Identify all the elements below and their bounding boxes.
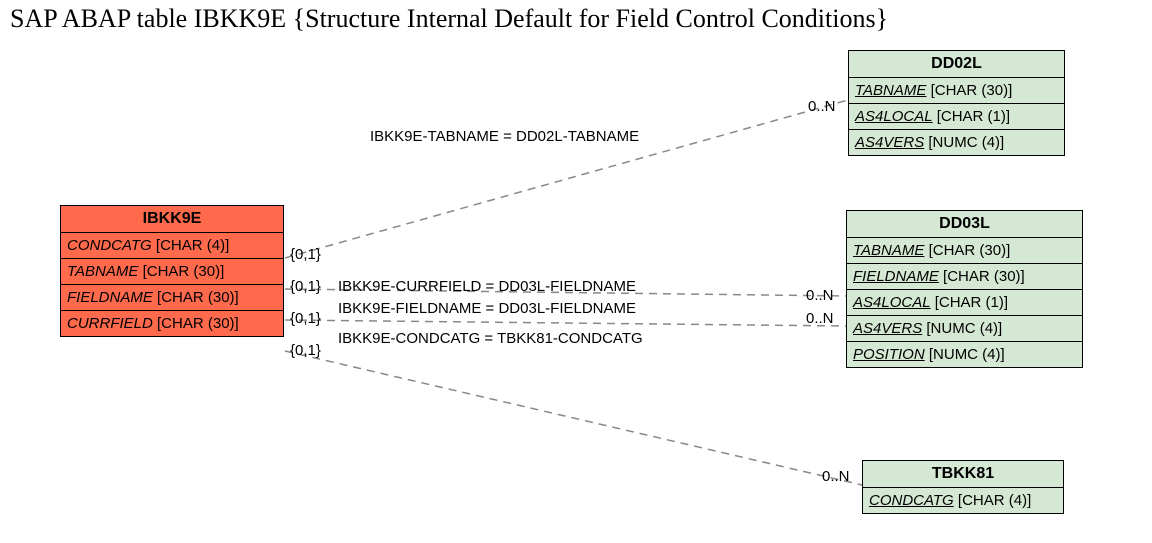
- cardinality-right: 0..N: [822, 468, 850, 485]
- cardinality-left: {0,1}: [290, 246, 321, 263]
- entity-tbkk81: TBKK81 CONDCATG [CHAR (4)]: [862, 460, 1064, 514]
- entity-tbkk81-header: TBKK81: [863, 461, 1063, 488]
- cardinality-left: {0,1}: [290, 278, 321, 295]
- field-type: [CHAR (30)]: [943, 268, 1025, 285]
- entity-dd02l-field: AS4VERS [NUMC (4)]: [849, 130, 1064, 155]
- relation-label: IBKK9E-TABNAME = DD02L-TABNAME: [370, 128, 639, 145]
- field-type: [CHAR (4)]: [958, 492, 1031, 509]
- field-type: [CHAR (30)]: [143, 263, 225, 280]
- field-name: POSITION: [853, 346, 925, 363]
- entity-dd02l-field: TABNAME [CHAR (30)]: [849, 78, 1064, 104]
- entity-dd02l: DD02L TABNAME [CHAR (30)] AS4LOCAL [CHAR…: [848, 50, 1065, 156]
- cardinality-left: {0,1}: [290, 342, 321, 359]
- field-name: AS4LOCAL: [855, 108, 933, 125]
- cardinality-right: 0..N: [808, 98, 836, 115]
- entity-ibkk9e-field: TABNAME [CHAR (30)]: [61, 259, 283, 285]
- entity-dd03l-field: FIELDNAME [CHAR (30)]: [847, 264, 1082, 290]
- entity-ibkk9e: IBKK9E CONDCATG [CHAR (4)] TABNAME [CHAR…: [60, 205, 284, 337]
- cardinality-left: {0,1}: [290, 310, 321, 327]
- entity-tbkk81-field: CONDCATG [CHAR (4)]: [863, 488, 1063, 513]
- field-name: AS4LOCAL: [853, 294, 931, 311]
- relation-label: IBKK9E-FIELDNAME = DD03L-FIELDNAME: [338, 300, 636, 317]
- field-type: [NUMC (4)]: [926, 320, 1002, 337]
- entity-ibkk9e-field: FIELDNAME [CHAR (30)]: [61, 285, 283, 311]
- field-type: [CHAR (30)]: [931, 82, 1013, 99]
- relation-label: IBKK9E-CONDCATG = TBKK81-CONDCATG: [338, 330, 643, 347]
- field-type: [CHAR (30)]: [157, 289, 239, 306]
- field-name: TABNAME: [853, 242, 924, 259]
- field-type: [CHAR (1)]: [937, 108, 1010, 125]
- entity-dd03l-field: AS4VERS [NUMC (4)]: [847, 316, 1082, 342]
- field-type: [CHAR (1)]: [935, 294, 1008, 311]
- field-name: TABNAME: [855, 82, 926, 99]
- field-name: TABNAME: [67, 263, 138, 280]
- entity-dd03l-field: AS4LOCAL [CHAR (1)]: [847, 290, 1082, 316]
- field-name: AS4VERS: [853, 320, 922, 337]
- field-name: AS4VERS: [855, 134, 924, 151]
- field-type: [CHAR (30)]: [157, 315, 239, 332]
- entity-dd03l-field: POSITION [NUMC (4)]: [847, 342, 1082, 367]
- entity-ibkk9e-field: CURRFIELD [CHAR (30)]: [61, 311, 283, 336]
- field-name: CONDCATG: [67, 237, 152, 254]
- entity-dd02l-field: AS4LOCAL [CHAR (1)]: [849, 104, 1064, 130]
- field-name: FIELDNAME: [67, 289, 153, 306]
- field-name: CURRFIELD: [67, 315, 153, 332]
- field-type: [CHAR (30)]: [929, 242, 1011, 259]
- diagram-stage: SAP ABAP table IBKK9E {Structure Interna…: [0, 0, 1152, 543]
- relation-label: IBKK9E-CURRFIELD = DD03L-FIELDNAME: [338, 278, 636, 295]
- page-title: SAP ABAP table IBKK9E {Structure Interna…: [10, 4, 888, 34]
- cardinality-right: 0..N: [806, 287, 834, 304]
- entity-ibkk9e-field: CONDCATG [CHAR (4)]: [61, 233, 283, 259]
- field-type: [NUMC (4)]: [929, 346, 1005, 363]
- entity-dd03l-field: TABNAME [CHAR (30)]: [847, 238, 1082, 264]
- field-type: [CHAR (4)]: [156, 237, 229, 254]
- entity-dd03l-header: DD03L: [847, 211, 1082, 238]
- entity-dd03l: DD03L TABNAME [CHAR (30)] FIELDNAME [CHA…: [846, 210, 1083, 368]
- entity-ibkk9e-header: IBKK9E: [61, 206, 283, 233]
- entity-dd02l-header: DD02L: [849, 51, 1064, 78]
- cardinality-right: 0..N: [806, 310, 834, 327]
- field-name: CONDCATG: [869, 492, 954, 509]
- field-name: FIELDNAME: [853, 268, 939, 285]
- field-type: [NUMC (4)]: [928, 134, 1004, 151]
